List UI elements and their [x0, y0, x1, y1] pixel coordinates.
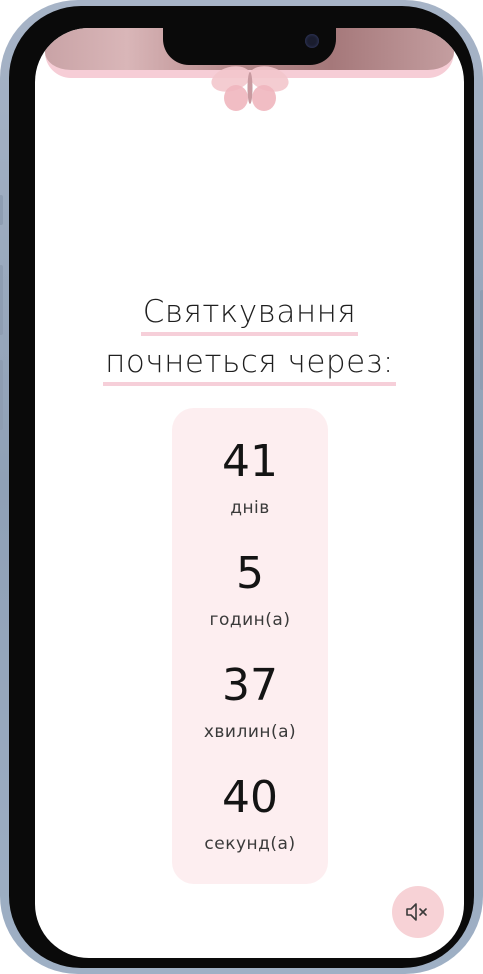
- countdown-title-text-2: почнеться через:: [103, 344, 396, 386]
- phone-bezel: Святкування почнеться через: 41 днів 5 г…: [9, 6, 474, 968]
- days-value: 41: [222, 436, 278, 487]
- volume-down-button: [0, 360, 3, 430]
- notch: [163, 28, 336, 65]
- front-camera: [305, 34, 319, 48]
- seconds-label: секунд(а): [204, 834, 296, 854]
- mute-toggle-button[interactable]: [392, 886, 444, 938]
- volume-up-button: [0, 265, 3, 335]
- countdown-title-line2: почнеться через:: [35, 344, 464, 386]
- minutes-label: хвилин(а): [203, 722, 297, 742]
- hours-value: 5: [236, 548, 264, 599]
- countdown-card: 41 днів 5 годин(а) 37 хвилин(а) 40 секун…: [172, 408, 328, 884]
- countdown-title-text-1: Святкування: [140, 294, 359, 336]
- phone-screen: Святкування почнеться через: 41 днів 5 г…: [35, 28, 464, 958]
- action-button: [0, 195, 3, 225]
- speaker-muted-icon: [406, 903, 427, 921]
- countdown-title-line1: Святкування: [35, 294, 464, 336]
- days-label: днів: [230, 498, 270, 518]
- seconds-value: 40: [222, 772, 278, 823]
- butterfly-icon: [211, 66, 289, 111]
- hours-label: годин(а): [209, 610, 291, 630]
- minutes-value: 37: [222, 660, 278, 711]
- phone-frame: Святкування почнеться через: 41 днів 5 г…: [0, 0, 483, 974]
